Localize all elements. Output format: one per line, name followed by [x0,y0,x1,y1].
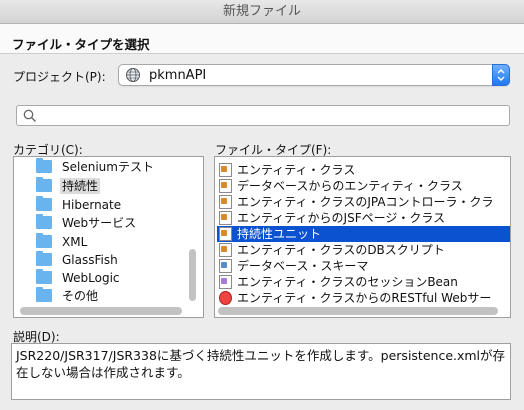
restful-icon [219,291,232,305]
file-types-list[interactable]: エンティティ・クラス データベースからのエンティティ・クラス エンティティ・クラ… [214,156,511,318]
folder-icon [36,196,52,211]
file-types-horizontal-scrollbar[interactable] [218,307,498,315]
categories-vertical-scrollbar[interactable] [189,249,196,301]
folder-icon [36,251,52,266]
dropdown-stepper-icon[interactable] [492,64,510,86]
jsf-page-icon [219,211,232,225]
folder-icon [36,287,52,302]
project-globe-icon [126,68,140,82]
search-field[interactable] [16,105,510,126]
search-input[interactable] [39,107,499,124]
file-type-item[interactable]: データベースからのエンティティ・クラス [217,178,510,194]
persistence-unit-icon [219,227,232,241]
folder-icon [36,233,52,248]
project-value: pkmnAPI [149,68,207,83]
db-script-icon [219,243,232,257]
folder-icon [36,158,52,173]
entity-class-icon [219,163,232,177]
file-type-item-selected[interactable]: 持続性ユニット [217,226,510,242]
file-type-item[interactable]: データベース・スキーマ [217,258,510,274]
project-select[interactable]: pkmnAPI [118,64,510,86]
file-type-item[interactable]: エンティティからのJSFページ・クラス [217,210,510,226]
description-text: JSR220/JSR317/JSR338に基づく持続性ユニットを作成します。pe… [11,343,511,400]
session-bean-icon [219,275,232,289]
folder-icon [36,269,52,284]
categories-list[interactable]: Seleniumテスト 持続性 Hibernate Webサービス XML Gl… [13,156,204,318]
search-icon [23,109,36,122]
file-type-item[interactable]: エンティティ・クラス [217,162,510,178]
folder-icon [36,177,52,192]
project-label: プロジェクト(P): [13,70,106,84]
categories-horizontal-scrollbar[interactable] [20,307,182,315]
file-type-item[interactable]: エンティティ・クラスからのRESTful Webサー [217,290,510,306]
file-type-item[interactable]: エンティティ・クラスのセッションBean [217,274,510,290]
section-header: ファイル・タイプを選択 [0,24,524,54]
entity-from-db-icon [219,179,232,193]
file-type-item[interactable]: エンティティ・クラスのDBスクリプト [217,242,510,258]
window-title: 新規ファイル [0,0,524,24]
file-type-item[interactable]: エンティティ・クラスのJPAコントローラ・クラ [217,194,510,210]
db-schema-icon [219,259,232,273]
folder-icon [36,214,52,229]
jpa-controller-icon [219,195,232,209]
